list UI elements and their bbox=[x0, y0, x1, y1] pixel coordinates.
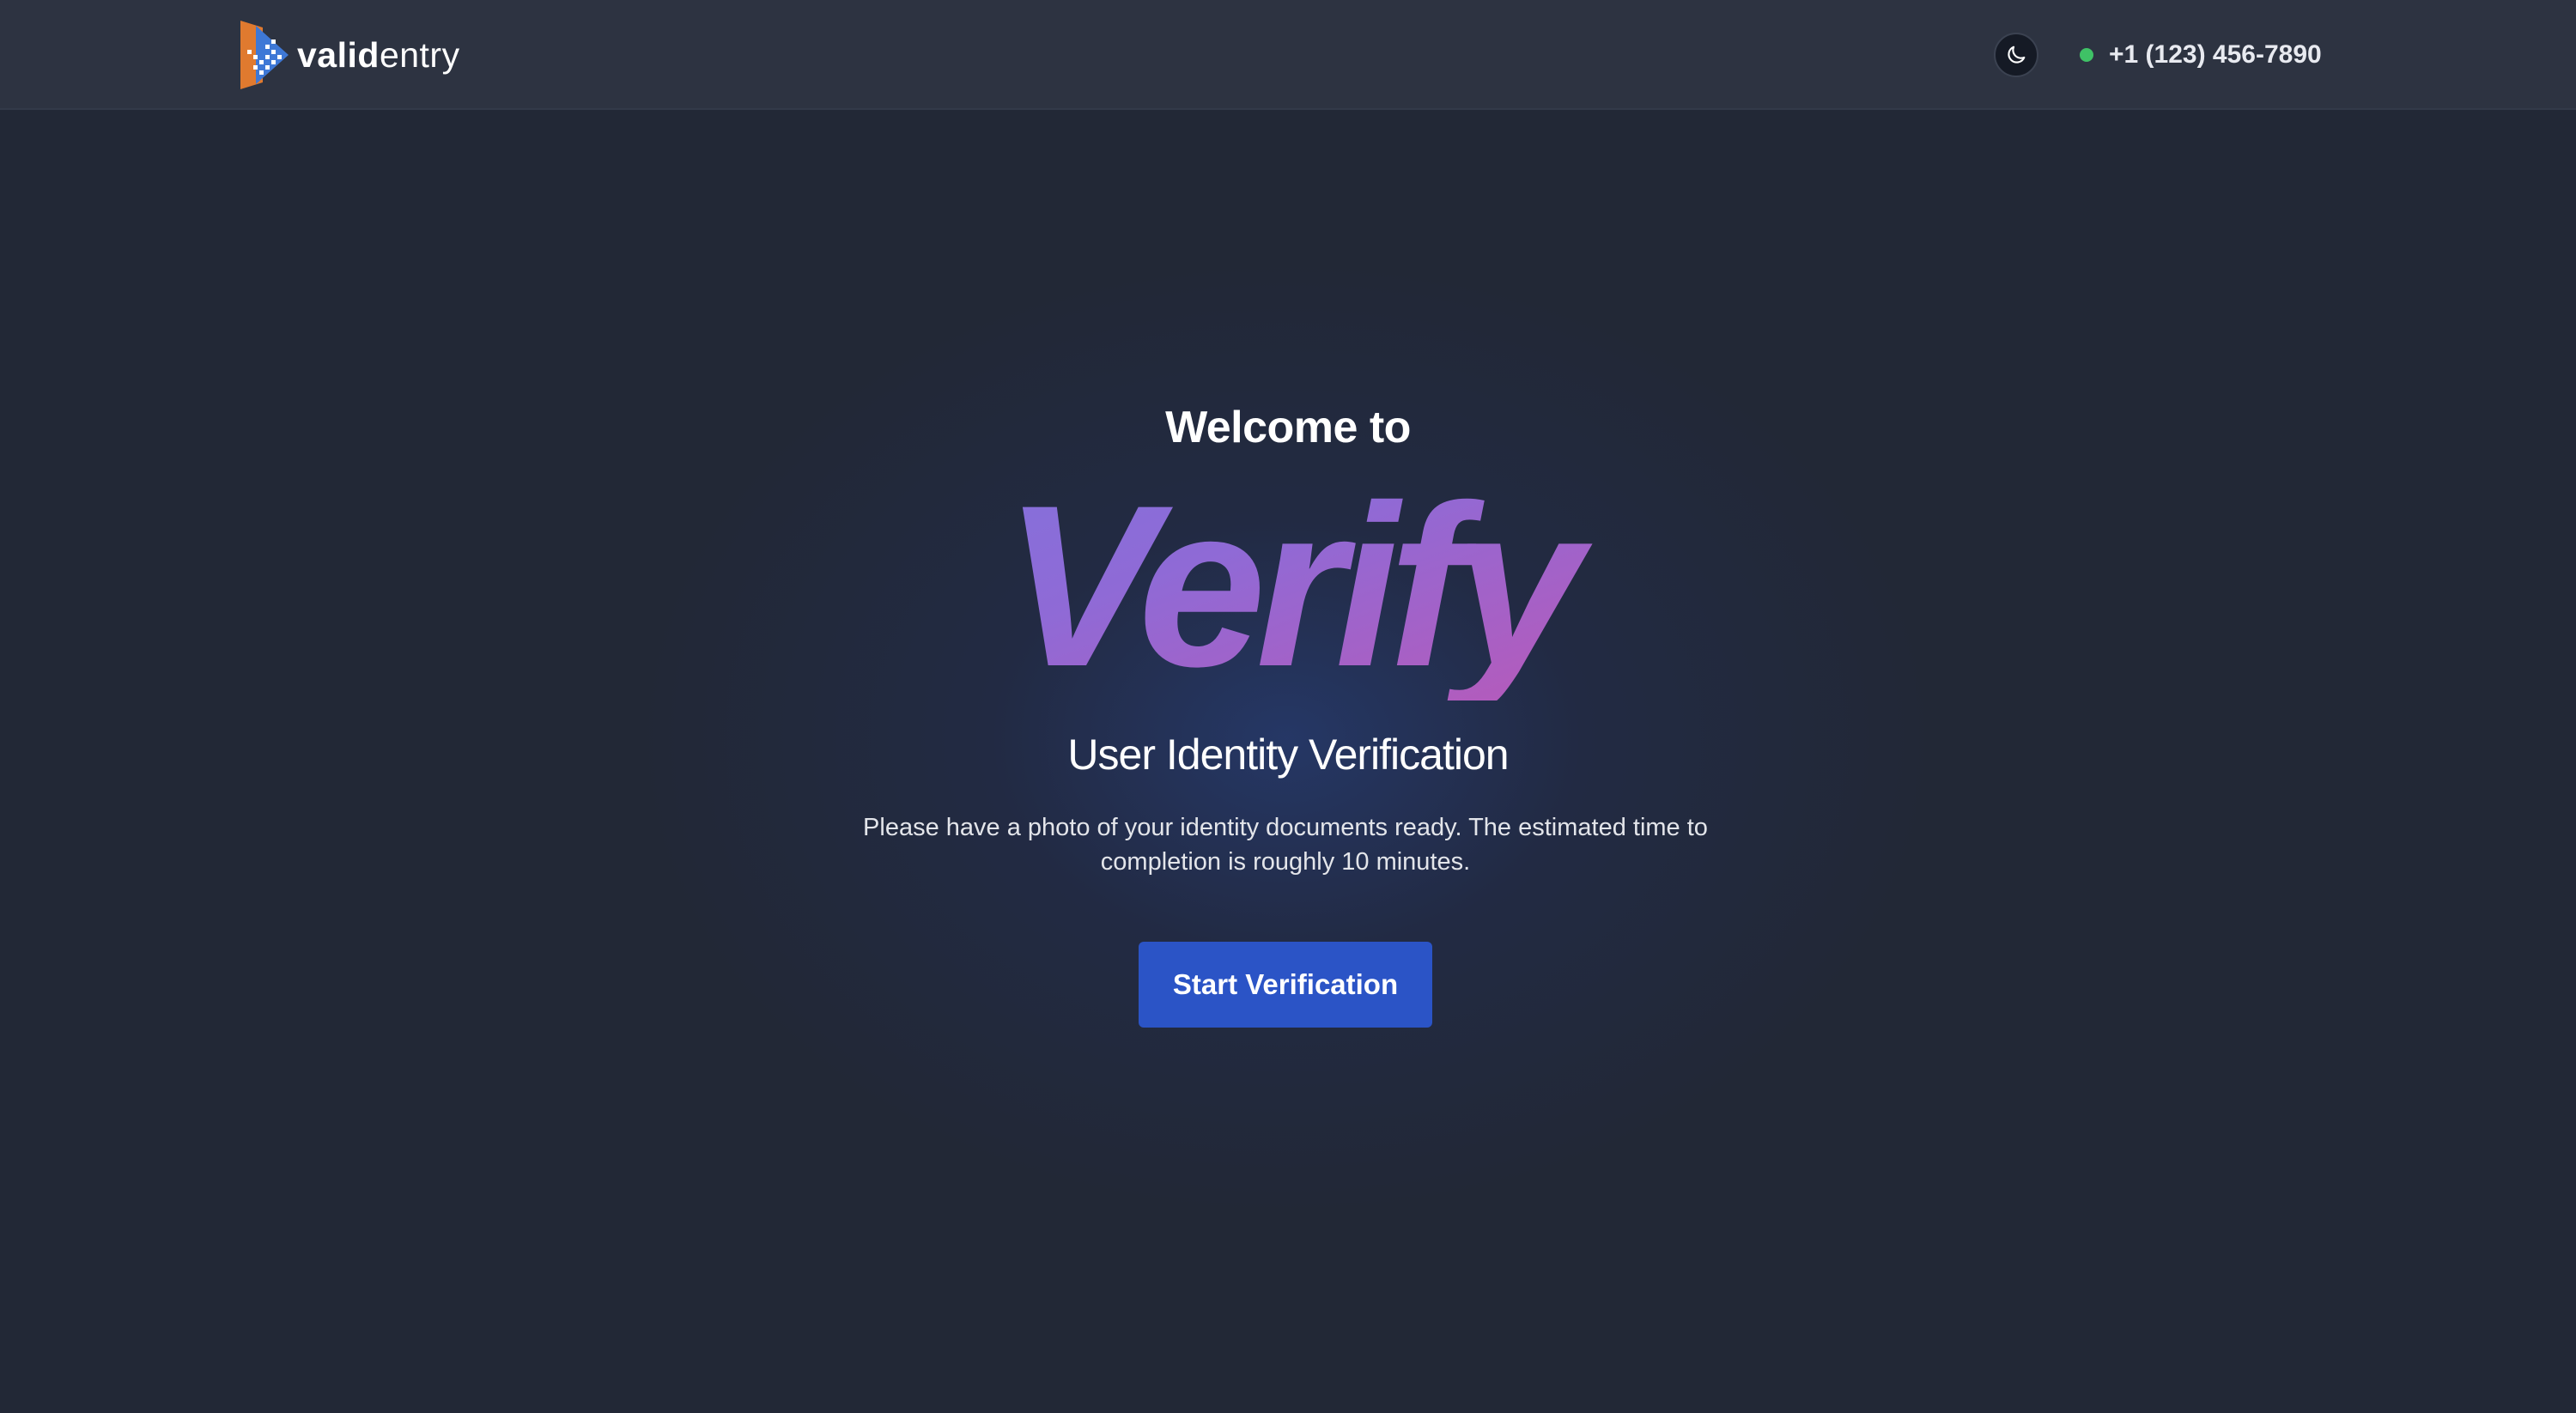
instructions-text: Please have a photo of your identity doc… bbox=[863, 814, 1708, 876]
page-subtitle: User Identity Verification bbox=[1067, 731, 1509, 779]
welcome-heading: Welcome to bbox=[1165, 403, 1411, 452]
verify-brand-title: Verify bbox=[0, 470, 2576, 700]
start-verification-button[interactable]: Start Verification bbox=[1139, 942, 1432, 1028]
hero-section: Welcome to Verify User Identity Verifica… bbox=[0, 0, 2576, 1413]
